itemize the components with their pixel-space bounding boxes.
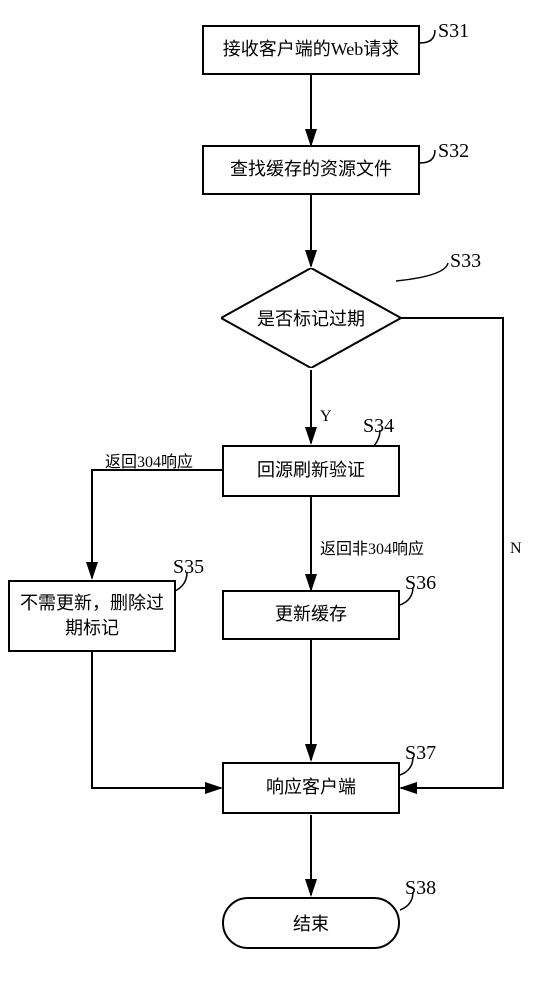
tag-s31: S31 <box>438 20 469 43</box>
edge-s33-no: N <box>510 540 522 558</box>
decision-s33: 是否标记过期 <box>221 268 401 368</box>
tag-s35: S35 <box>173 556 204 579</box>
step-s37: 响应客户端 <box>222 762 400 814</box>
step-s31-text: 接收客户端的Web请求 <box>223 37 400 62</box>
terminator-s38: 结束 <box>222 897 400 949</box>
decision-s33-text: 是否标记过期 <box>257 305 365 331</box>
step-s32-text: 查找缓存的资源文件 <box>230 157 392 182</box>
step-s32: 查找缓存的资源文件 <box>202 145 420 195</box>
step-s34-text: 回源刷新验证 <box>257 458 365 483</box>
flowchart-container: 接收客户端的Web请求 S31 查找缓存的资源文件 S32 是否标记过期 S33… <box>0 0 553 1000</box>
step-s35: 不需更新，删除过期标记 <box>8 580 176 652</box>
step-s37-text: 响应客户端 <box>266 775 356 800</box>
tag-s38: S38 <box>405 877 436 900</box>
tag-s37: S37 <box>405 742 436 765</box>
edge-s34-left: 返回304响应 <box>105 448 193 472</box>
tag-s33: S33 <box>450 250 481 273</box>
tag-s32: S32 <box>438 140 469 163</box>
step-s31: 接收客户端的Web请求 <box>202 25 420 75</box>
step-s36: 更新缓存 <box>222 590 400 640</box>
step-s36-text: 更新缓存 <box>275 602 347 627</box>
tag-s36: S36 <box>405 572 436 595</box>
edge-s34-down: 返回非304响应 <box>320 535 424 559</box>
tag-s34: S34 <box>363 415 394 438</box>
edge-s33-yes: Y <box>320 408 332 426</box>
step-s35-text: 不需更新，删除过期标记 <box>18 591 166 641</box>
step-s34: 回源刷新验证 <box>222 445 400 497</box>
terminator-s38-text: 结束 <box>293 910 329 936</box>
